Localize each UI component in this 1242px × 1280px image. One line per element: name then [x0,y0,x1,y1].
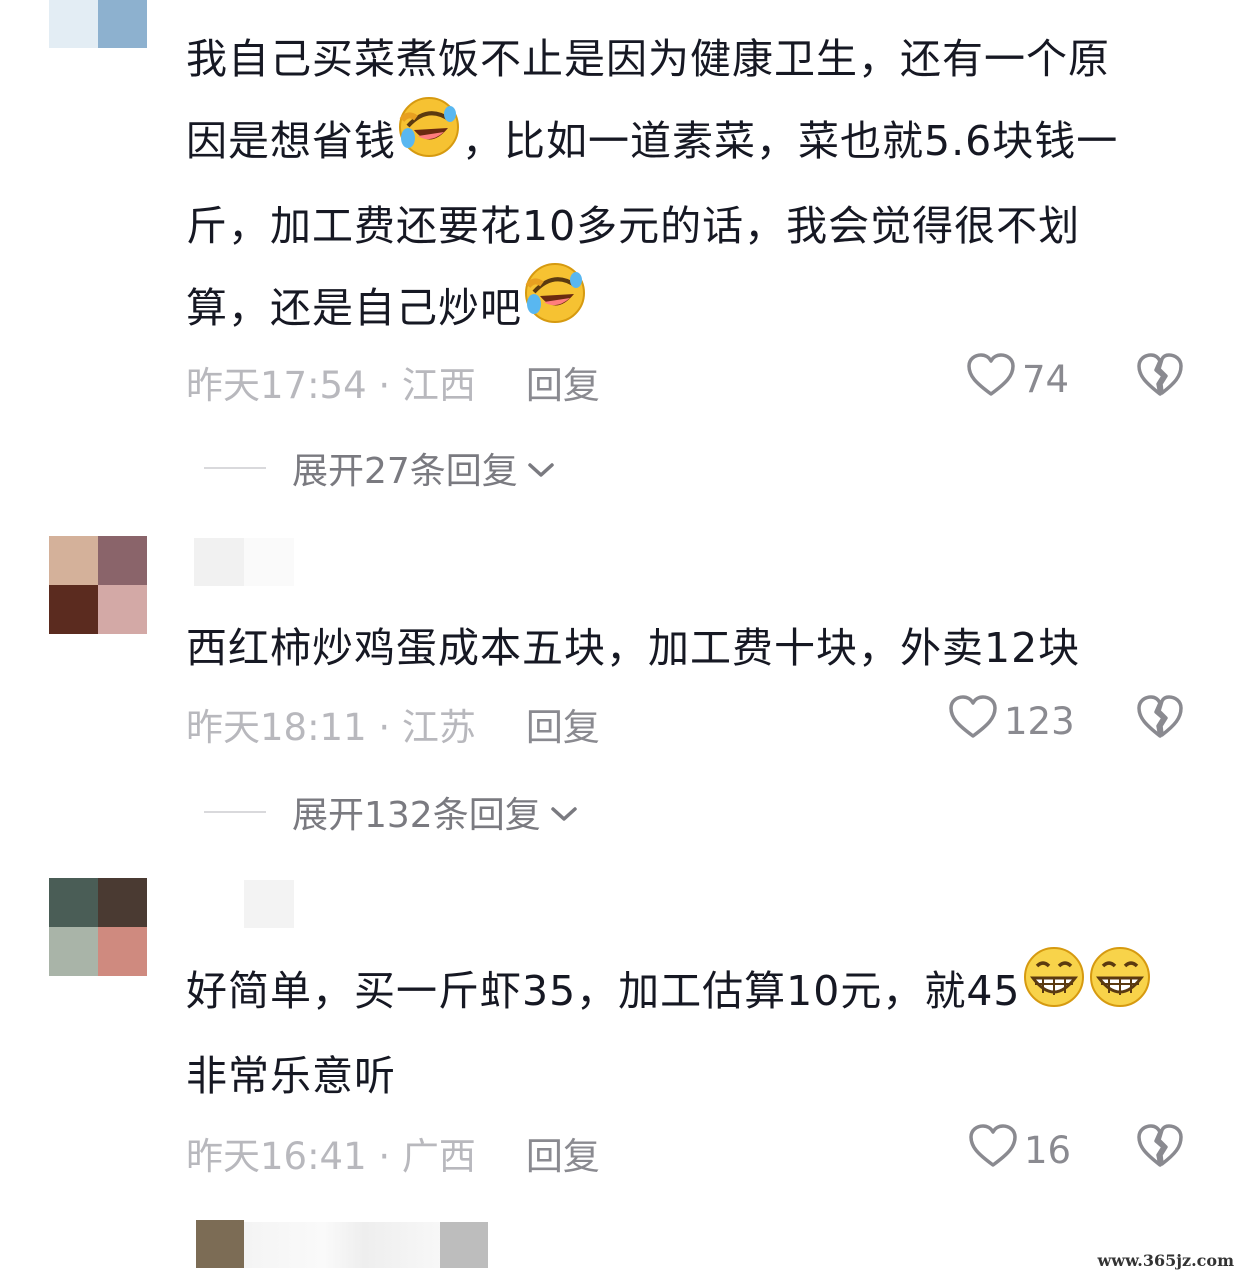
like-button[interactable]: 16 [968,1123,1071,1178]
grin-emoji [1021,946,1087,1035]
like-count: 123 [1004,700,1075,743]
like-count: 16 [1024,1129,1072,1172]
comment-text-line: 斤，加工费还要花10多元的话，我会觉得很不划 [186,201,1081,250]
username-blurred [244,880,294,928]
username-blurred [194,538,244,586]
reply-button[interactable]: 回复 [526,1126,600,1180]
expand-replies[interactable]: 展开27条回复 [204,442,556,494]
dislike-button[interactable] [1136,694,1184,744]
expand-replies[interactable]: 展开132条回复 [204,786,579,838]
comment-text: 我自己买菜煮饭不止是因为健康卫生，还有一个原 因是想省钱 ，比如一道素菜，菜也就5… [186,18,1186,351]
avatar[interactable] [49,0,147,48]
comment-text-line: 西红柿炒鸡蛋成本五块，加工费十块，外卖12块 [186,624,1081,672]
broken-heart-icon [1136,695,1184,744]
username-blurred [244,538,294,586]
rofl-emoji [396,96,462,185]
like-button[interactable]: 74 [966,352,1069,407]
heart-outline-icon [948,694,1004,749]
dislike-button[interactable] [1136,1123,1184,1173]
reply-button[interactable]: 回复 [526,355,600,409]
comment-text-line: 我自己买菜煮饭不止是因为健康卫生，还有一个原 [186,35,1110,83]
comment-text: 西红柿炒鸡蛋成本五块，加工费十块，外卖12块 [186,607,1186,689]
divider [204,811,266,813]
avatar[interactable] [49,536,147,634]
broken-heart-icon [1136,1124,1184,1173]
comment-meta: 昨天17:54 · 江西 回复 [186,355,600,409]
username-blurred [244,1222,444,1268]
comment-text: 好简单，买一斤虾35，加工估算10元，就45 非常乐意听 [186,946,1186,1117]
comment-text-line: 因是想省钱 [186,117,396,165]
time-location: 昨天17:54 · 江西 [186,364,476,407]
time-location: 昨天18:11 · 江苏 [186,706,476,749]
reply-button[interactable]: 回复 [526,697,600,751]
chevron-down-icon [526,448,556,489]
comment-meta: 昨天16:41 · 广西 回复 [186,1126,600,1180]
avatar[interactable] [196,1220,244,1268]
comment-text-line: 好简单，买一斤虾35，加工估算10元，就45 [186,967,1021,1015]
heart-outline-icon [968,1123,1024,1178]
like-button[interactable]: 123 [948,694,1075,749]
time-location: 昨天16:41 · 广西 [186,1135,476,1178]
avatar[interactable] [49,878,147,976]
comment-text-line: 算，还是自己炒吧 [186,283,522,332]
heart-outline-icon [966,352,1022,407]
comment-text-line: ，比如一道素菜，菜也就5.6块钱一 [462,117,1119,165]
comment-meta: 昨天18:11 · 江苏 回复 [186,697,600,751]
dislike-button[interactable] [1136,352,1184,402]
broken-heart-icon [1136,353,1184,402]
watermark: www.365jz.com [1097,1251,1234,1270]
username-blurred [440,1222,488,1268]
expand-replies-label: 展开27条回复 [292,451,518,492]
expand-replies-label: 展开132条回复 [292,795,541,836]
like-count: 74 [1022,358,1070,401]
rofl-emoji [522,262,588,351]
chevron-down-icon [549,792,579,833]
grin-emoji [1087,946,1153,1035]
comment-text-line: 非常乐意听 [186,1051,396,1100]
divider [204,467,266,469]
